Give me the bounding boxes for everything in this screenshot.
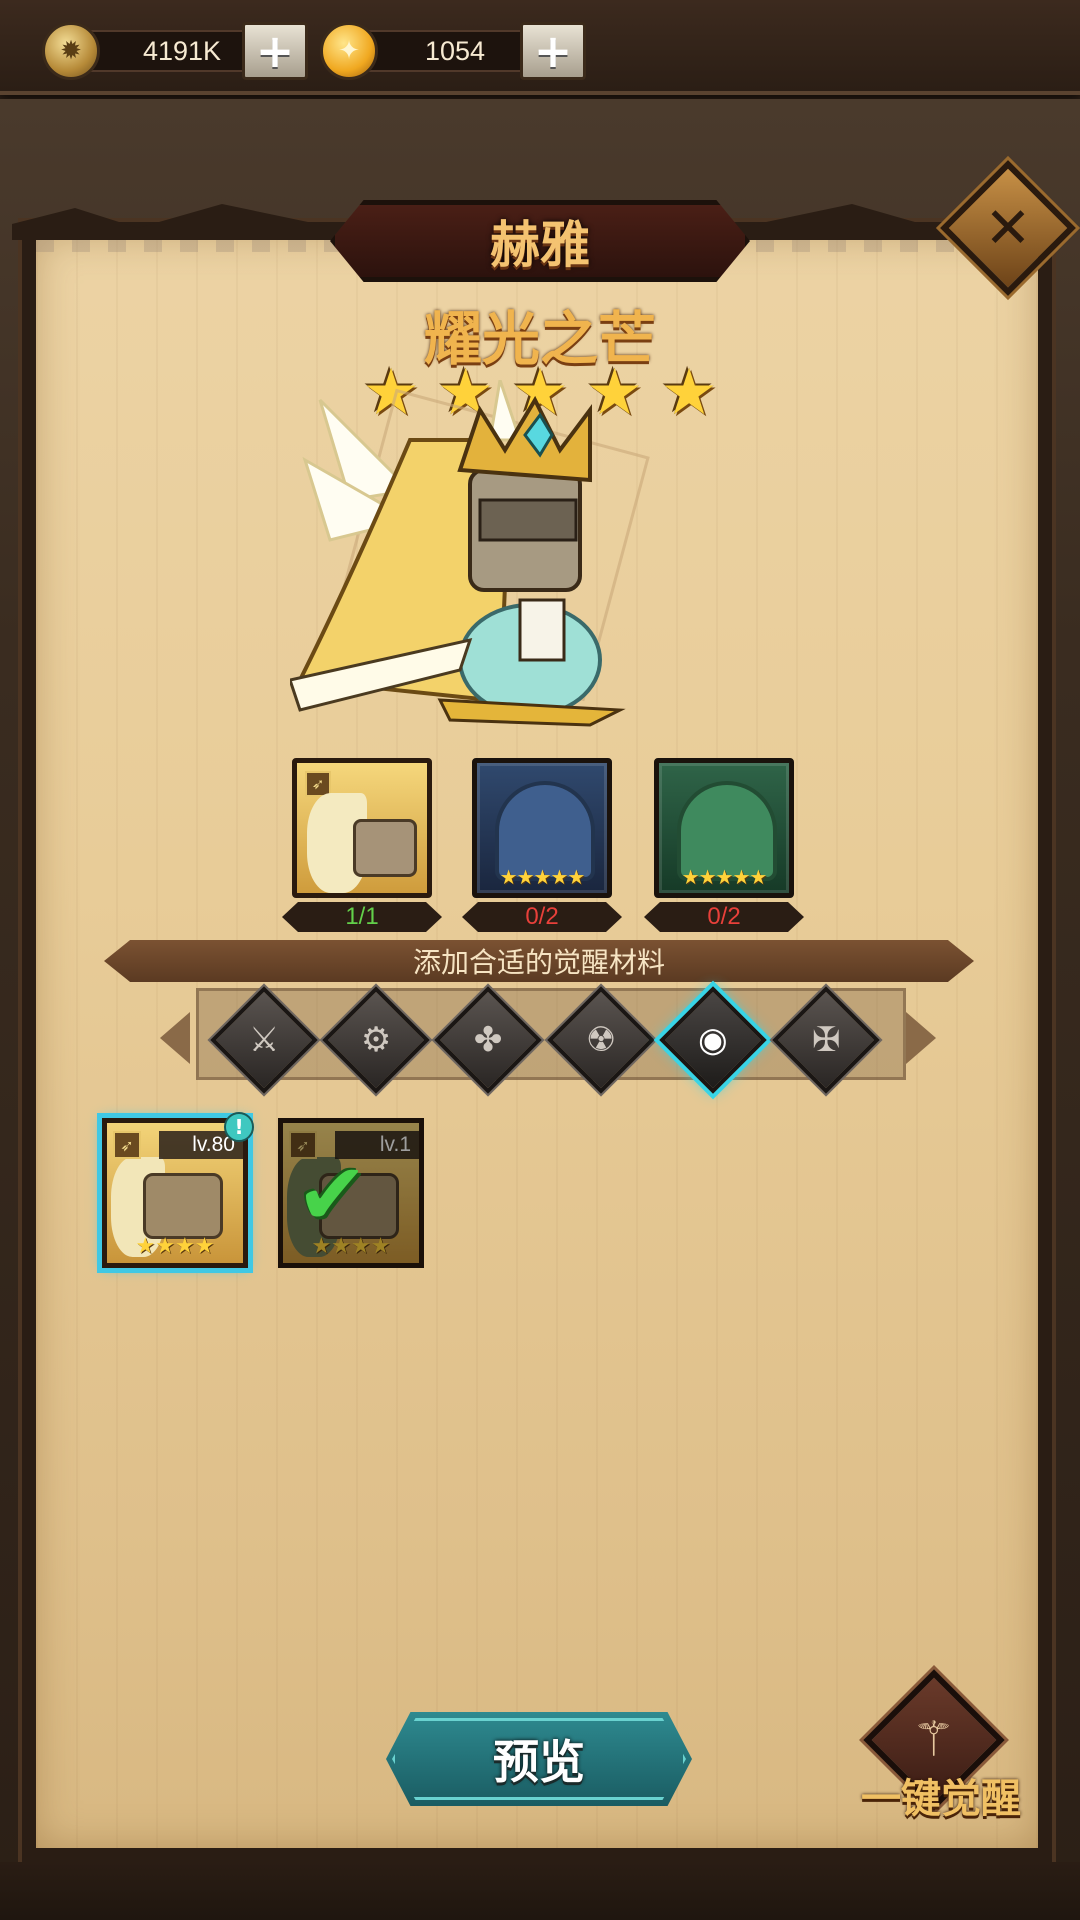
- gold-coin-icon: ✦: [320, 22, 378, 80]
- material-slot-blue[interactable]: ★★★★★: [472, 758, 612, 898]
- alert-badge-icon: !: [224, 1112, 254, 1142]
- hero-name: 赫雅: [490, 216, 590, 274]
- gear-faction-icon: ⚙: [360, 1019, 392, 1060]
- close-icon: ✕: [984, 195, 1032, 261]
- add-stone-button[interactable]: +: [242, 22, 308, 80]
- hero-face: [353, 819, 417, 877]
- sword-faction-icon: ⚔: [248, 1019, 280, 1060]
- hint-banner: 添加合适的觉醒材料: [104, 940, 974, 982]
- preview-label: 预览: [493, 1735, 585, 1789]
- checkmark-icon: ✔: [296, 1145, 369, 1245]
- material-count: 0/2: [462, 902, 622, 932]
- awaken-sword-icon: ⚚: [912, 1712, 956, 1768]
- clover-faction-icon: ✤: [473, 1020, 503, 1060]
- required-stars: ★★★★★: [681, 865, 768, 889]
- demon-faction-icon: ✠: [811, 1020, 841, 1060]
- required-stars: ★★★★★: [499, 865, 586, 889]
- material-count: 0/2: [644, 902, 804, 932]
- resource-bar: ✹ 4191K + ✦ 1054 +: [0, 0, 1080, 95]
- preview-button[interactable]: 预览: [386, 1712, 692, 1806]
- material-count: 1/1: [282, 902, 442, 932]
- gold-resource: ✦ 1054 +: [320, 22, 590, 80]
- material-slot-hero[interactable]: ➶: [292, 758, 432, 898]
- hero-stars: ★★★★: [135, 1234, 215, 1259]
- filter-left-arrow-icon[interactable]: [160, 1012, 190, 1064]
- stone-coin-icon: ✹: [42, 22, 100, 80]
- bow-class-icon: ➶: [113, 1131, 141, 1159]
- hero-face: [143, 1173, 223, 1239]
- stone-resource: ✹ 4191K +: [42, 22, 312, 80]
- auto-awaken-label[interactable]: 一键觉醒: [846, 1766, 1036, 1824]
- hint-text: 添加合适的觉醒材料: [412, 946, 665, 979]
- title-banner: 赫雅: [330, 200, 750, 282]
- hero-portrait: [290, 380, 650, 727]
- material-slot-green[interactable]: ★★★★★: [654, 758, 794, 898]
- hero-card[interactable]: ➶ lv.80 ★★★★: [102, 1118, 248, 1268]
- beast-faction-icon: ☢: [585, 1019, 617, 1060]
- add-gold-button[interactable]: +: [520, 22, 586, 80]
- eye-faction-icon: ◉: [698, 1019, 728, 1060]
- bottom-frame: [0, 1862, 1080, 1920]
- filter-right-arrow-icon[interactable]: [906, 1012, 936, 1064]
